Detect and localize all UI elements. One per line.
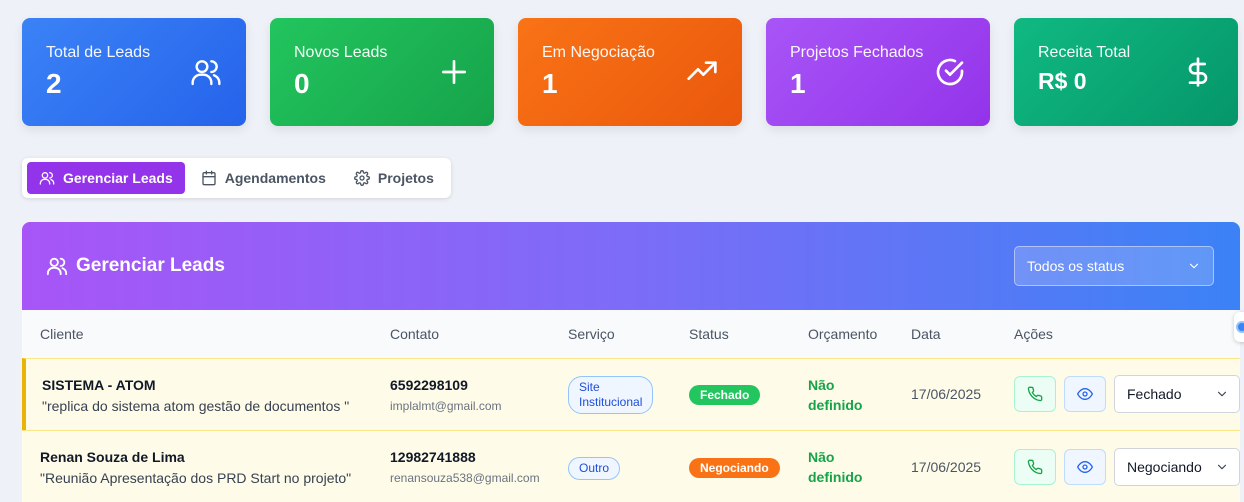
panel-title: Gerenciar Leads xyxy=(76,255,225,276)
tab-label: Agendamentos xyxy=(224,170,326,186)
phone-icon xyxy=(1027,459,1043,475)
tab-manage-leads[interactable]: Gerenciar Leads xyxy=(27,162,185,194)
client-cell: SISTEMA - ATOM "replica do sistema atom … xyxy=(42,377,349,414)
tab-bar: Gerenciar Leads Agendamentos Projetos xyxy=(22,158,451,198)
chevron-down-icon xyxy=(1217,464,1227,470)
phone-icon xyxy=(1027,386,1043,402)
floating-widget-button[interactable] xyxy=(1234,312,1244,342)
service-badge: Site Institucional xyxy=(568,376,654,414)
budget-value: Não definido xyxy=(808,375,862,415)
header-cliente: Cliente xyxy=(40,326,84,342)
budget-line: Não xyxy=(808,377,835,393)
trending-up-icon xyxy=(687,61,717,80)
check-circle-icon xyxy=(936,58,964,86)
service-line: Institucional xyxy=(579,395,643,409)
header-contato: Contato xyxy=(390,326,440,342)
service-line: Outro xyxy=(579,461,610,475)
users-icon xyxy=(39,172,55,185)
status-filter-value: Todos os status xyxy=(1027,258,1125,274)
service-line: Site xyxy=(579,380,600,394)
contact-email: renansouza538@gmail.com xyxy=(390,471,540,485)
widget-icon xyxy=(1236,321,1244,333)
dollar-icon xyxy=(1188,57,1208,87)
stat-card-negotiation: Em Negociação 1 xyxy=(518,18,742,126)
client-cell: Renan Souza de Lima "Reunião Apresentaçã… xyxy=(40,449,351,486)
stat-card-new-leads: Novos Leads 0 xyxy=(270,18,494,126)
service-badge: Outro xyxy=(568,457,621,480)
header-acoes: Ações xyxy=(1014,326,1053,342)
status-select-value: Negociando xyxy=(1127,459,1202,475)
table-row: Renan Souza de Lima "Reunião Apresentaçã… xyxy=(22,430,1240,502)
date-value: 17/06/2025 xyxy=(911,386,982,402)
contact-cell: 12982741888 renansouza538@gmail.com xyxy=(390,449,540,485)
client-name: Renan Souza de Lima xyxy=(40,449,185,465)
users-icon xyxy=(191,60,221,86)
client-name: SISTEMA - ATOM xyxy=(42,377,156,393)
status-filter-select[interactable]: Todos os status xyxy=(1014,246,1214,286)
tab-label: Gerenciar Leads xyxy=(63,170,173,186)
users-icon xyxy=(46,257,68,276)
tab-appointments[interactable]: Agendamentos xyxy=(189,162,338,194)
view-button[interactable] xyxy=(1064,449,1106,485)
gear-icon xyxy=(353,170,370,186)
view-button[interactable] xyxy=(1064,376,1106,412)
budget-line: definido xyxy=(808,469,863,485)
plus-icon xyxy=(442,60,466,84)
header-servico: Serviço xyxy=(568,326,615,342)
contact-phone: 12982741888 xyxy=(390,449,476,465)
contact-cell: 6592298109 implalmt@gmail.com xyxy=(390,377,502,413)
stat-card-closed-projects: Projetos Fechados 1 xyxy=(766,18,990,126)
calendar-icon xyxy=(202,170,216,186)
client-description: "replica do sistema atom gestão de docum… xyxy=(42,398,350,414)
tab-projects[interactable]: Projetos xyxy=(342,162,446,194)
stats-cards: Total de Leads 2 Novos Leads 0 Em Negoci… xyxy=(22,18,1238,126)
date-value: 17/06/2025 xyxy=(911,459,982,475)
header-data: Data xyxy=(911,326,941,342)
header-orcamento: Orçamento xyxy=(808,326,878,342)
call-button[interactable] xyxy=(1014,449,1056,485)
budget-value: Não definido xyxy=(808,447,862,487)
table-header: Cliente Contato Serviço Status Orçamento… xyxy=(22,310,1240,358)
status-select[interactable]: Negociando xyxy=(1114,448,1240,486)
client-description: "Reunião Apresentação dos PRD Start no p… xyxy=(40,470,352,486)
status-select[interactable]: Fechado xyxy=(1114,375,1240,413)
contact-email: implalmt@gmail.com xyxy=(390,399,502,413)
stat-card-total-leads: Total de Leads 2 xyxy=(22,18,246,126)
status-badge: Negociando xyxy=(689,458,780,478)
budget-line: definido xyxy=(808,397,863,413)
tab-label: Projetos xyxy=(377,170,434,186)
leads-panel: Gerenciar Leads Todos os status Cliente … xyxy=(22,222,1240,502)
panel-header: Gerenciar Leads Todos os status xyxy=(22,222,1240,310)
header-status: Status xyxy=(689,326,729,342)
budget-line: Não xyxy=(808,449,835,465)
chevron-down-icon xyxy=(1217,391,1227,397)
eye-icon xyxy=(1077,388,1093,400)
stat-card-revenue: Receita Total R$ 0 xyxy=(1014,18,1238,126)
status-select-value: Fechado xyxy=(1127,386,1182,402)
status-badge: Fechado xyxy=(689,385,761,405)
contact-phone: 6592298109 xyxy=(390,377,468,393)
chevron-down-icon xyxy=(1189,263,1199,269)
table-row: SISTEMA - ATOM "replica do sistema atom … xyxy=(22,358,1240,430)
call-button[interactable] xyxy=(1014,376,1056,412)
eye-icon xyxy=(1077,461,1093,473)
